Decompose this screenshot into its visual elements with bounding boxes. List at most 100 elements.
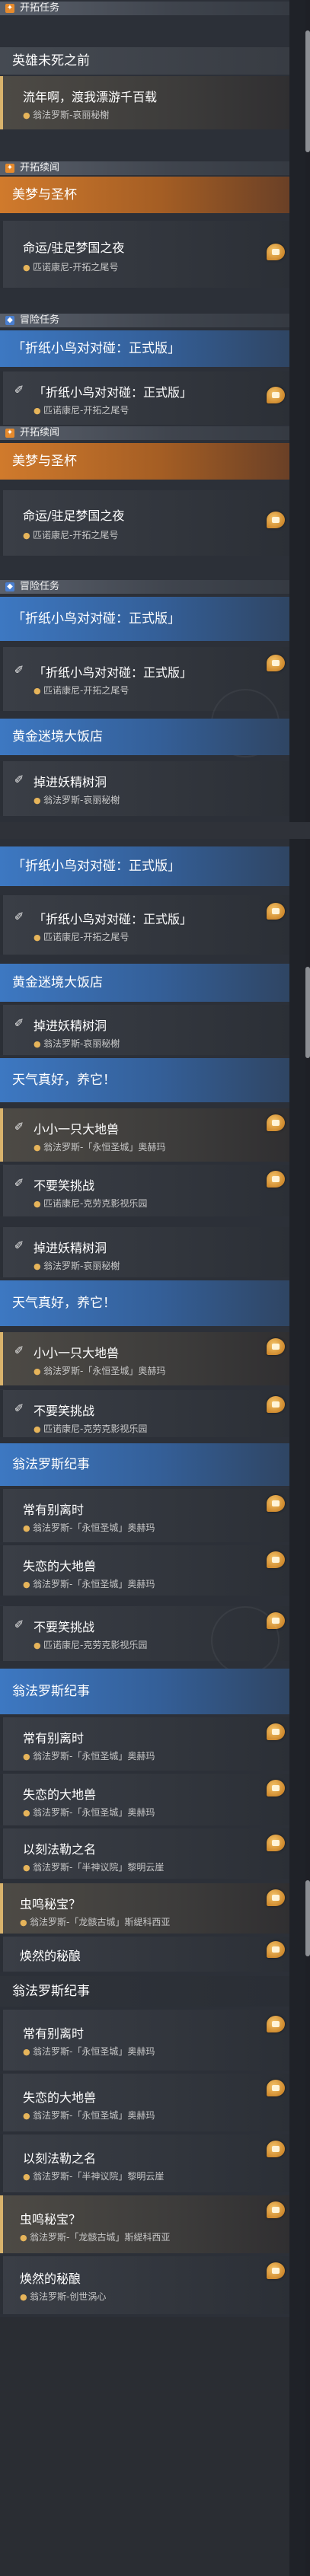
quest-bird-icon: ✐ <box>14 663 24 677</box>
quest-item-insect-secret[interactable]: 虫鸣秘宝？ ● 翁法罗斯-「龙骸古城」斯缇科西亚 <box>0 1883 289 1934</box>
quest-group-golden-maze[interactable]: 黄金迷境大饭店 <box>0 719 289 755</box>
map-pin-icon: ● <box>23 110 30 120</box>
bottom-fill <box>0 2317 289 2576</box>
quest-item-always-parting[interactable]: 常有别离时 ● 翁法罗斯-「永恒圣城」奥赫玛 <box>0 2010 289 2071</box>
quest-item-origami[interactable]: ✐ 「折纸小鸟对对碰：正式版」 ● 匹诺康尼-开拓之尾号 <box>0 371 289 425</box>
quest-item-origami[interactable]: ✐ 「折纸小鸟对对碰：正式版」 ● 匹诺康尼-开拓之尾号 <box>0 895 289 955</box>
quest-group-dream-grail[interactable]: 美梦与圣杯 <box>0 177 289 213</box>
scrollbar-thumb[interactable] <box>305 967 310 1058</box>
map-pin-icon: ● <box>34 933 41 942</box>
reward-badge-icon <box>267 2141 285 2157</box>
map-pin-icon: ● <box>34 406 41 416</box>
quest-item-lost-beast[interactable]: 失恋的大地兽 ● 翁法罗斯-「永恒圣城」奥赫玛 <box>0 2074 289 2131</box>
quest-bird-icon: ✐ <box>14 773 24 786</box>
map-pin-icon: ● <box>20 2233 27 2243</box>
quest-group-origami[interactable]: 「折纸小鸟对对碰：正式版」 <box>0 330 289 367</box>
quest-item-renewed-brew[interactable]: 焕然的秘酿 ● 翁法罗斯-创世涡心 <box>0 2256 289 2314</box>
quest-group-heroes[interactable]: 英雄未死之前 <box>0 47 289 75</box>
quest-item-lost-beast[interactable]: 失恋的大地兽 ● 翁法罗斯-「永恒圣城」奥赫玛 <box>0 1545 289 1596</box>
reward-badge-icon <box>267 244 285 260</box>
quest-bird-icon: ✐ <box>14 1618 24 1631</box>
continuance-icon: ✦ <box>5 429 14 438</box>
quest-item-destiny-night[interactable]: 命运/驻足梦国之夜 ● 匹诺康尼-开拓之尾号 <box>0 221 289 288</box>
quest-bird-icon: ✐ <box>14 383 24 397</box>
map-pin-icon: ● <box>23 2111 30 2121</box>
scrollbar-thumb[interactable] <box>305 30 310 152</box>
quest-item-fall-into-hole[interactable]: ✐ 掉进妖精树洞 ● 翁法罗斯-哀丽秘榭 <box>0 1227 289 1277</box>
map-pin-icon: ● <box>20 1918 27 1927</box>
quest-item-renewed-brew[interactable]: 焕然的秘酿 <box>0 1937 289 1972</box>
reward-badge-icon <box>267 1941 285 1958</box>
reward-badge-icon <box>267 1723 285 1740</box>
quest-item-no-joke[interactable]: ✐ 不要笑挑战 ● 匹诺康尼-克劳克影视乐园 <box>0 1165 289 1216</box>
reward-badge-icon <box>267 1551 285 1568</box>
quest-group-amphoreus[interactable]: 翁法罗斯纪事 <box>0 1669 289 1714</box>
divider <box>0 822 310 839</box>
quest-item-little-beast[interactable]: ✐ 小小一只大地兽 ● 翁法罗斯-「永恒圣城」奥赫玛 <box>0 1108 289 1162</box>
map-pin-icon: ● <box>34 1640 41 1650</box>
map-pin-icon: ● <box>23 1580 30 1589</box>
trailblaze-icon: ✦ <box>5 4 14 13</box>
reward-badge-icon <box>267 512 285 528</box>
quest-group-origami[interactable]: 「折纸小鸟对对碰：正式版」 <box>0 597 289 641</box>
reward-badge-icon <box>267 1889 285 1906</box>
reward-badge-icon <box>267 655 285 671</box>
map-pin-icon: ● <box>23 1523 30 1533</box>
quest-item-carved-name[interactable]: 以刻法勒之名 ● 翁法罗斯-「半神议院」黎明云崖 <box>0 1828 289 1879</box>
quest-group-origami[interactable]: 「折纸小鸟对对碰：正式版」 <box>0 846 289 886</box>
reward-badge-icon <box>267 2080 285 2096</box>
quest-bird-icon: ✐ <box>14 1120 24 1133</box>
scrollbar-track[interactable] <box>305 0 310 2576</box>
category-adventure: ◆ 冒险任务 <box>0 580 289 594</box>
quest-item-destiny-night[interactable]: 命运/驻足梦国之夜 ● 匹诺康尼-开拓之尾号 <box>0 490 289 556</box>
map-pin-icon: ● <box>23 1863 30 1873</box>
quest-group-golden-maze[interactable]: 黄金迷境大饭店 <box>0 964 289 1002</box>
reward-badge-icon <box>267 1780 285 1797</box>
quest-item-ferry-wanderer[interactable]: 流年啊，渡我漂游千百载 ● 翁法罗斯-哀丽秘榭 <box>0 76 289 129</box>
quest-item-no-joke[interactable]: ✐ 不要笑挑战 ● 匹诺康尼-克劳克影视乐园 <box>0 1390 289 1437</box>
reward-badge-icon <box>267 1495 285 1512</box>
quest-item-little-beast[interactable]: ✐ 小小一只大地兽 ● 翁法罗斯-「永恒圣城」奥赫玛 <box>0 1332 289 1385</box>
continuance-icon: ✦ <box>5 164 14 173</box>
map-pin-icon: ● <box>34 1366 41 1376</box>
quest-group-nice-weather[interactable]: 天气真好，养它！ <box>0 1280 289 1326</box>
quest-group-amphoreus[interactable]: 翁法罗斯纪事 <box>0 1976 289 2007</box>
reward-badge-icon <box>267 1114 285 1131</box>
quest-item-insect-secret[interactable]: 虫鸣秘宝？ ● 翁法罗斯-「龙骸古城」斯缇科西亚 <box>0 2195 289 2253</box>
quest-group-amphoreus[interactable]: 翁法罗斯纪事 <box>0 1443 289 1486</box>
quest-bird-icon: ✐ <box>14 1016 24 1030</box>
map-pin-icon: ● <box>34 1199 41 1209</box>
scrollbar-thumb[interactable] <box>305 1880 310 1956</box>
map-pin-icon: ● <box>34 1143 41 1153</box>
reward-badge-icon <box>267 2262 285 2279</box>
adventure-icon: ◆ <box>5 316 14 325</box>
quest-item-fall-into-hole[interactable]: ✐ 掉进妖精树洞 ● 翁法罗斯-哀丽秘榭 <box>0 1005 289 1055</box>
map-pin-icon: ● <box>23 2047 30 2057</box>
map-pin-icon: ● <box>23 1752 30 1761</box>
quest-bird-icon: ✐ <box>14 1176 24 1190</box>
adventure-icon: ◆ <box>5 582 14 591</box>
category-adventure: ◆ 冒险任务 <box>0 314 289 327</box>
quest-item-fall-into-hole[interactable]: ✐ 掉进妖精树洞 ● 翁法罗斯-哀丽秘榭 <box>0 761 289 816</box>
map-pin-icon: ● <box>23 531 30 540</box>
quest-item-lost-beast[interactable]: 失恋的大地兽 ● 翁法罗斯-「永恒圣城」奥赫玛 <box>0 1774 289 1825</box>
reward-badge-icon <box>267 2201 285 2218</box>
reward-badge-icon <box>267 903 285 920</box>
reward-badge-icon <box>267 1171 285 1188</box>
quest-bird-icon: ✐ <box>14 1344 24 1357</box>
reward-badge-icon <box>267 387 285 403</box>
quest-item-carved-name[interactable]: 以刻法勒之名 ● 翁法罗斯-「半神议院」黎明云崖 <box>0 2134 289 2192</box>
quest-item-always-parting[interactable]: 常有别离时 ● 翁法罗斯-「永恒圣城」奥赫玛 <box>0 1717 289 1771</box>
quest-group-dream-grail[interactable]: 美梦与圣杯 <box>0 443 289 480</box>
reward-badge-icon <box>267 1338 285 1355</box>
quest-group-nice-weather[interactable]: 天气真好，养它！ <box>0 1058 289 1102</box>
map-pin-icon: ● <box>34 1261 41 1271</box>
quest-item-always-parting[interactable]: 常有别离时 ● 翁法罗斯-「永恒圣城」奥赫玛 <box>0 1489 289 1542</box>
reward-badge-icon <box>267 1396 285 1413</box>
category-continuance: ✦ 开拓续闻 <box>0 161 289 175</box>
map-pin-icon: ● <box>20 2292 27 2302</box>
map-pin-icon: ● <box>23 1808 30 1818</box>
illustration-stamp-icon <box>211 1606 280 1675</box>
category-continuance: ✦ 开拓续闻 <box>0 426 289 440</box>
map-pin-icon: ● <box>23 263 30 273</box>
